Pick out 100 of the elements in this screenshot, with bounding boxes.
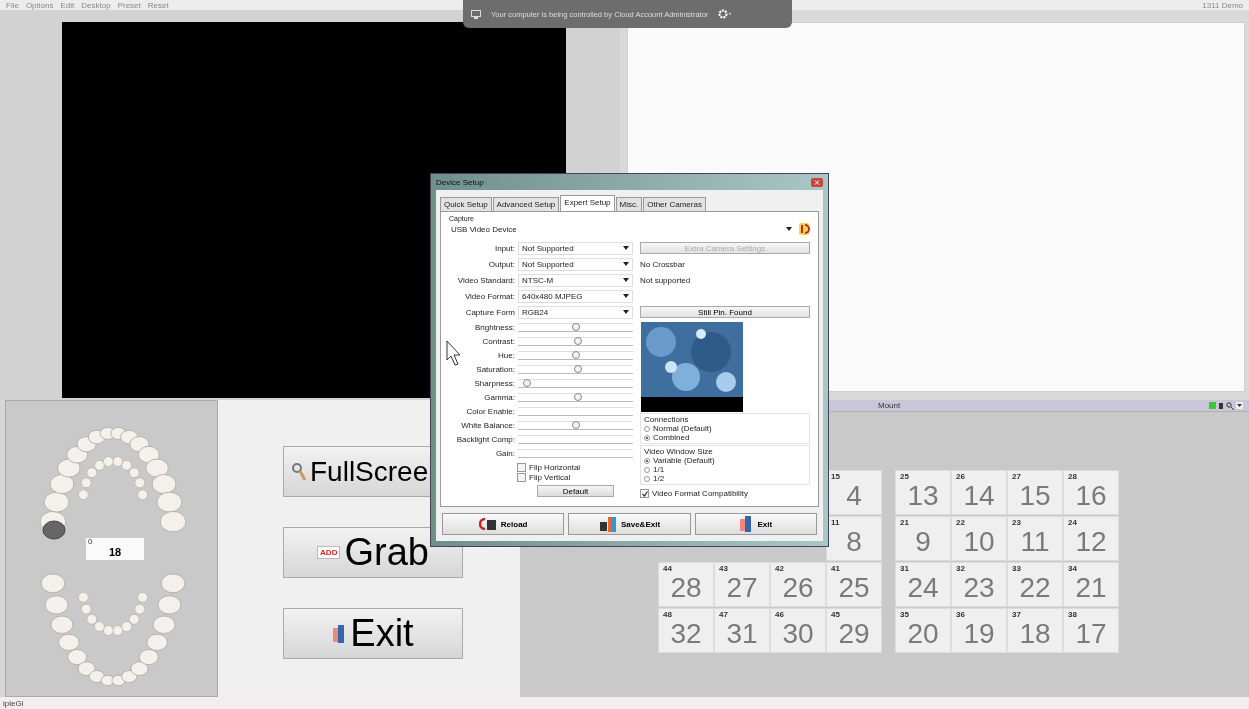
dialog-button[interactable]: Save&Exit <box>568 513 691 535</box>
checkbox-label: Video Format Compatibility <box>652 489 748 498</box>
refresh-icon[interactable] <box>798 222 810 236</box>
tooth-tile[interactable]: 27 15 <box>1007 470 1063 515</box>
gear-icon[interactable] <box>718 9 733 19</box>
radio-label: 1/2 <box>653 474 665 483</box>
tab[interactable]: Misc. <box>615 197 643 211</box>
slider-thumb[interactable] <box>573 364 582 373</box>
caret-icon[interactable] <box>786 227 792 231</box>
tooth-tile[interactable]: 28 16 <box>1063 470 1119 515</box>
tooth-tile[interactable]: 48 32 <box>658 608 714 653</box>
group-label: Video Window Size <box>644 447 714 456</box>
tooth-tile[interactable]: 33 22 <box>1007 562 1063 607</box>
radio-button[interactable] <box>644 466 650 473</box>
slider-track[interactable] <box>518 364 633 374</box>
slider-label: Sharpness: <box>473 378 516 388</box>
tab[interactable]: Expert Setup <box>560 195 615 211</box>
radio-button[interactable] <box>644 475 650 482</box>
slider-track[interactable] <box>518 420 633 430</box>
slider-track[interactable] <box>518 448 633 458</box>
caret-icon[interactable] <box>623 294 629 298</box>
tooth-tile[interactable]: 22 10 <box>951 516 1007 561</box>
tooth-tile[interactable]: 23 11 <box>1007 516 1063 561</box>
slider-thumb[interactable] <box>571 322 580 331</box>
action-button[interactable]: Exit <box>283 608 463 659</box>
field-label: Output: <box>487 259 516 269</box>
tooth-tile[interactable]: 37 18 <box>1007 608 1063 653</box>
tooth-tile[interactable]: 32 23 <box>951 562 1007 607</box>
dialog-button[interactable]: Exit <box>694 513 817 535</box>
search-icon[interactable] <box>1226 401 1234 410</box>
caret-icon[interactable] <box>623 262 629 266</box>
tooth-tile[interactable]: 46 30 <box>770 608 826 653</box>
tooth-tile[interactable]: 21 9 <box>895 516 951 561</box>
slider-thumb[interactable] <box>573 336 582 345</box>
tooth-tile[interactable]: 38 17 <box>1063 608 1119 653</box>
slider-track[interactable] <box>518 434 633 444</box>
close-icon[interactable] <box>811 177 823 187</box>
slider-label: Contrast: <box>481 336 516 346</box>
still-pin-button[interactable]: Still Pin. Found <box>640 306 810 318</box>
field-label: Video Standard: <box>456 275 516 285</box>
radio-label: 1/1 <box>653 465 665 474</box>
checkbox-label: Flip Vertical <box>529 473 571 482</box>
slider-thumb[interactable] <box>571 350 580 359</box>
tooth-tile[interactable]: 31 24 <box>895 562 951 607</box>
dropdown[interactable]: NTSC-M <box>518 273 633 287</box>
tooth-tile[interactable]: 42 26 <box>770 562 826 607</box>
cursor-icon <box>446 340 462 366</box>
tab[interactable]: Advanced Setup <box>492 197 560 211</box>
reload-icon <box>478 517 497 531</box>
checkbox[interactable] <box>517 473 526 482</box>
tooth-tile[interactable]: 47 31 <box>714 608 770 653</box>
radio-button[interactable] <box>644 434 650 441</box>
radio-button[interactable] <box>644 425 650 432</box>
trash-icon[interactable] <box>1218 402 1224 409</box>
caret-icon[interactable] <box>623 278 629 282</box>
tooth-tile[interactable]: 35 20 <box>895 608 951 653</box>
slider-label: Backlight Comp: <box>455 434 516 444</box>
tooth-tile[interactable]: 43 27 <box>714 562 770 607</box>
crossbar-text: No Crossbar <box>640 259 685 269</box>
tooth-tile[interactable]: 26 14 <box>951 470 1007 515</box>
tooth-tile[interactable]: 11 8 <box>826 516 882 561</box>
tooth-tile[interactable]: 24 12 <box>1063 516 1119 561</box>
slider-track[interactable] <box>518 350 633 360</box>
slider-track[interactable] <box>518 406 633 416</box>
tooth-tile[interactable]: 45 29 <box>826 608 882 653</box>
default-button[interactable]: Default <box>537 485 614 497</box>
slider-thumb[interactable] <box>523 378 532 387</box>
checkbox[interactable] <box>640 489 649 498</box>
slider-track[interactable] <box>518 336 633 346</box>
dropdown[interactable]: Not Supported <box>518 241 633 255</box>
radio-button[interactable] <box>644 457 650 464</box>
slider-thumb[interactable] <box>571 420 580 429</box>
tab[interactable]: Other Cameras <box>643 197 706 211</box>
checkbox[interactable] <box>517 463 526 472</box>
slider-track[interactable] <box>518 392 633 402</box>
device-select[interactable]: USB Video Device <box>449 223 794 235</box>
slider-thumb[interactable] <box>573 392 582 401</box>
slider-label: Gain: <box>494 448 516 458</box>
dropdown[interactable]: Not Supported <box>518 257 633 271</box>
caret-icon[interactable] <box>623 310 629 314</box>
slider-track[interactable] <box>518 322 633 332</box>
caret-icon[interactable] <box>623 246 629 250</box>
tab[interactable]: Quick Setup <box>440 197 492 211</box>
tooth-tile[interactable]: 36 19 <box>951 608 1007 653</box>
save-icon <box>598 516 617 532</box>
tooth-tile[interactable]: 44 28 <box>658 562 714 607</box>
add-badge: ADD <box>317 546 341 559</box>
tooth-tile[interactable]: 15 4 <box>826 470 882 515</box>
app-title: 1311 Demo <box>1202 0 1243 10</box>
radio-label: Combined <box>653 433 690 442</box>
dropdown-icon[interactable] <box>1236 402 1243 409</box>
dialog-button[interactable]: Reload <box>442 513 565 535</box>
dropdown[interactable]: 640x480 MJPEG <box>518 289 633 303</box>
tooth-tile[interactable]: 34 21 <box>1063 562 1119 607</box>
tooth-tile[interactable]: 25 13 <box>895 470 951 515</box>
slider-track[interactable] <box>518 378 633 388</box>
dropdown[interactable]: RGB24 <box>518 305 633 319</box>
tooth-tile[interactable]: 41 25 <box>826 562 882 607</box>
standard-note: Not supported <box>640 275 691 285</box>
field-label: Video Format: <box>463 291 516 301</box>
